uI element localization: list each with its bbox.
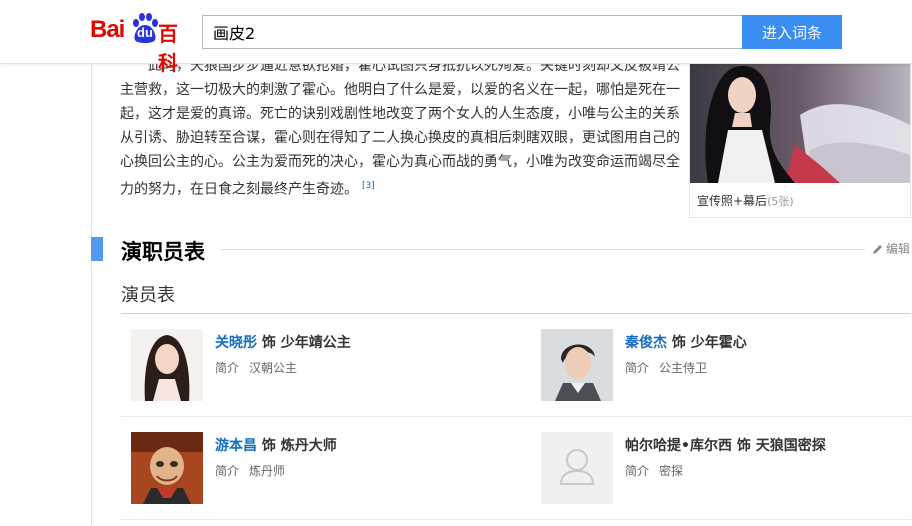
intro-value: 汉朝公主	[249, 361, 298, 375]
actor-role-line: 帕尔哈提•库尔西 饰 天狼国密探	[625, 435, 826, 455]
intro-label: 简介	[625, 361, 650, 375]
search-input[interactable]	[202, 15, 743, 49]
cast-subtitle: 演员表	[121, 285, 175, 306]
user-silhouette-icon	[541, 432, 613, 504]
logo-text-baike: 百科	[158, 22, 178, 75]
section-marker	[91, 237, 103, 261]
album-photo-count: (5张)	[767, 195, 794, 208]
plot-paragraph: 此时，天狼国步步逼近意欲抢婚，霍心试图只身抵抗以死殉爱。关键时刻却又反被靖公主营…	[120, 54, 682, 202]
edit-section-button[interactable]: 编辑	[872, 240, 910, 257]
role-text: 饰 少年霍心	[671, 335, 747, 351]
intro-value: 密探	[659, 464, 684, 478]
actor-photo[interactable]	[541, 329, 613, 401]
avatar-placeholder	[541, 432, 613, 504]
album-caption-text: 宣传照+幕后	[697, 194, 768, 208]
actor-name-link[interactable]: 游本昌	[215, 438, 257, 454]
intro-label: 简介	[215, 464, 240, 478]
actor-photo[interactable]	[131, 432, 203, 504]
intro-label: 简介	[625, 464, 650, 478]
actor-role-line: 关晓彤 饰 少年靖公主	[215, 332, 351, 352]
actor-role-line: 游本昌 饰 炼丹大师	[215, 435, 337, 455]
baidu-baike-logo[interactable]: Bai du 百科	[90, 10, 194, 75]
role-text: 饰 少年靖公主	[261, 335, 351, 351]
role-text: 饰 天狼国密探	[736, 438, 826, 454]
album-cover-image[interactable]	[690, 55, 910, 183]
cast-row-divider	[121, 416, 911, 417]
intro-value: 公主侍卫	[659, 361, 708, 375]
section-title: 演职员表	[121, 240, 205, 264]
photo-album[interactable]: 宣传照+幕后(5张)	[689, 54, 911, 218]
logo-text-bai: Bai	[90, 16, 125, 43]
plot-paragraph-text: 此时，天狼国步步逼近意欲抢婚，霍心试图只身抵抗以死殉爱。关键时刻却又反被靖公主营…	[120, 58, 680, 198]
content-left-border	[91, 64, 92, 526]
actor-photo[interactable]	[131, 329, 203, 401]
role-text: 饰 炼丹大师	[261, 438, 337, 454]
role-intro: 简介 公主侍卫	[625, 359, 707, 376]
top-header: Bai du 百科 进入词条	[0, 0, 912, 75]
subtitle-divider	[121, 313, 911, 314]
pencil-icon	[873, 244, 882, 254]
album-caption[interactable]: 宣传照+幕后(5张)	[697, 192, 794, 209]
actor-name-link[interactable]: 秦俊杰	[625, 335, 667, 351]
logo-text-du: du	[137, 25, 153, 40]
section-divider	[220, 249, 865, 250]
actor-name: 帕尔哈提•库尔西	[625, 438, 732, 454]
baike-page: Bai du 百科 进入词条 此时，天狼国步步逼近意欲抢婚，霍心试图只身抵抗以死…	[0, 0, 912, 526]
intro-value: 炼丹师	[249, 464, 286, 478]
role-intro: 简介 汉朝公主	[215, 359, 297, 376]
enter-entry-button[interactable]: 进入词条	[742, 15, 842, 49]
intro-label: 简介	[215, 361, 240, 375]
cast-row-divider	[121, 519, 911, 520]
citation-link[interactable]: [3]	[362, 181, 375, 191]
role-intro: 简介 密探	[625, 462, 683, 479]
edit-label: 编辑	[886, 242, 911, 256]
actor-name-link[interactable]: 关晓彤	[215, 335, 257, 351]
actor-role-line: 秦俊杰 饰 少年霍心	[625, 332, 747, 352]
role-intro: 简介 炼丹师	[215, 462, 285, 479]
